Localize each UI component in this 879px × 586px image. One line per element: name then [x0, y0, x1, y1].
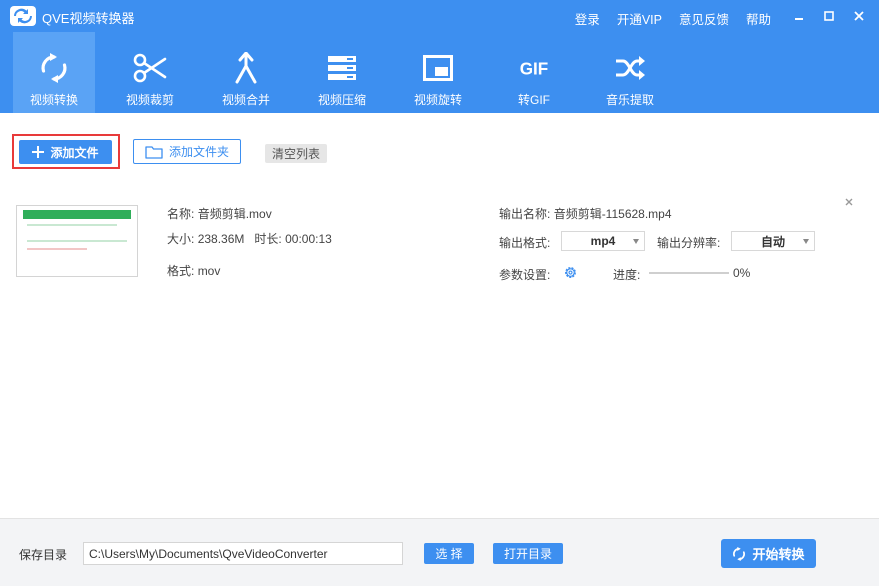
output-name-row: 输出名称: 音频剪辑-115628.mp4 [499, 207, 672, 221]
file-duration: 00:00:13 [285, 232, 332, 246]
save-path-input[interactable] [83, 542, 403, 565]
feature-toolbar: 视频转换 视频裁剪 视频合并 视频压缩 视频旋转 GIF 转GIF 音乐提取 [0, 32, 879, 113]
tab-video-merge[interactable]: 视频合并 [205, 32, 287, 113]
merge-icon [228, 50, 264, 86]
file-format-row: 格式: mov [167, 264, 221, 278]
close-window-icon[interactable] [851, 8, 867, 24]
shuffle-icon [612, 50, 648, 86]
open-dir-button[interactable]: 打开目录 [493, 543, 563, 564]
tab-label: 视频旋转 [413, 93, 462, 107]
minimize-icon[interactable] [791, 8, 807, 24]
file-name: 音频剪辑.mov [197, 207, 272, 221]
rotate-icon [420, 50, 456, 86]
refresh-icon [733, 546, 746, 561]
top-links: 登录 开通VIP 意见反馈 帮助 [575, 9, 771, 28]
gif-icon: GIF [516, 50, 552, 86]
choose-dir-button[interactable]: 选 择 [424, 543, 474, 564]
file-size: 238.36M [197, 232, 245, 246]
add-file-label: 添加文件 [50, 145, 99, 160]
tab-music-extract[interactable]: 音乐提取 [589, 32, 671, 113]
window-controls [791, 8, 867, 24]
tab-label: 转GIF [518, 93, 550, 107]
tab-label: 音乐提取 [605, 93, 654, 107]
output-name: 音频剪辑-115628.mp4 [553, 207, 672, 221]
add-folder-button[interactable]: 添加文件夹 [133, 139, 241, 164]
progress-bar [649, 272, 729, 274]
tab-to-gif[interactable]: GIF 转GIF [493, 32, 575, 113]
output-format-select[interactable]: mp4 [561, 231, 645, 251]
app-title: QVE视频转换器 [42, 11, 135, 26]
tab-label: 视频合并 [221, 93, 270, 107]
chevron-down-icon [633, 239, 639, 244]
remove-item-icon[interactable] [843, 196, 855, 208]
params-label: 参数设置: [499, 268, 551, 282]
svg-text:GIF: GIF [520, 59, 549, 78]
tab-label: 视频裁剪 [125, 93, 174, 107]
file-name-row: 名称: 音频剪辑.mov [167, 207, 272, 221]
output-resolution-select[interactable]: 自动 [731, 231, 815, 251]
compress-icon [324, 50, 360, 86]
scissors-icon [132, 50, 168, 86]
clear-list-button[interactable]: 清空列表 [265, 144, 327, 163]
login-link[interactable]: 登录 [575, 9, 600, 28]
output-format-label: 输出格式: [499, 236, 551, 250]
chevron-down-icon [803, 239, 809, 244]
tab-video-convert[interactable]: 视频转换 [13, 32, 95, 113]
tab-video-rotate[interactable]: 视频旋转 [397, 32, 479, 113]
file-size-row: 大小: 238.36M 时长: 00:00:13 [167, 232, 332, 246]
tab-video-compress[interactable]: 视频压缩 [301, 32, 383, 113]
feedback-link[interactable]: 意见反馈 [679, 9, 729, 28]
footer-bar: 保存目录 选 择 打开目录 开始转换 [0, 518, 879, 586]
tab-label: 视频转换 [29, 93, 78, 107]
start-convert-button[interactable]: 开始转换 [721, 539, 816, 568]
add-folder-label: 添加文件夹 [168, 145, 229, 159]
maximize-icon[interactable] [821, 8, 837, 24]
title-bar: QVE视频转换器 登录 开通VIP 意见反馈 帮助 [0, 0, 879, 32]
add-file-button[interactable]: 添加文件 [19, 140, 112, 164]
plus-icon [32, 146, 45, 158]
vip-link[interactable]: 开通VIP [617, 9, 662, 28]
file-format: mov [197, 264, 221, 278]
tab-video-crop[interactable]: 视频裁剪 [109, 32, 191, 113]
app-logo-icon [10, 6, 36, 26]
help-link[interactable]: 帮助 [746, 9, 771, 28]
gear-icon[interactable] [563, 265, 578, 280]
start-convert-label: 开始转换 [752, 547, 805, 562]
video-thumbnail [16, 205, 138, 277]
progress-text: 0% [733, 266, 751, 280]
save-dir-label: 保存目录 [19, 548, 68, 562]
folder-icon [145, 145, 163, 159]
progress-label: 进度: [613, 268, 641, 282]
convert-icon [36, 50, 72, 86]
output-resolution-label: 输出分辨率: [657, 236, 721, 250]
tab-label: 视频压缩 [317, 93, 366, 107]
